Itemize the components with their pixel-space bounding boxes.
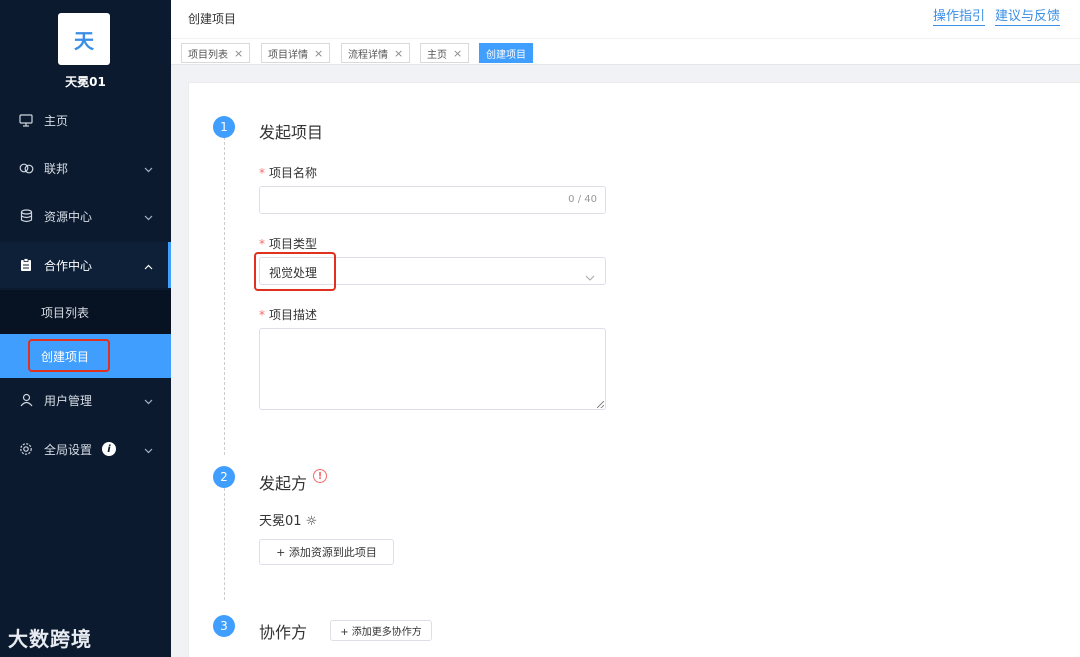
close-icon[interactable]: × [314, 47, 323, 60]
chevron-down-icon [144, 443, 153, 457]
step-title: 发起项目 [259, 123, 324, 142]
org-logo: 天 [58, 13, 110, 65]
project-desc-textarea[interactable] [259, 328, 606, 410]
tab-label: 流程详情 [348, 49, 388, 61]
database-icon [18, 208, 34, 224]
tab-label: 创建项目 [486, 49, 526, 61]
app-root: 天 天冕01 主页 联邦 资源中心 合作中心 项目列表 创建项目 用户管理 全局… [0, 0, 1080, 657]
add-collaborator-button[interactable]: + 添加更多协作方 [330, 620, 432, 641]
sidebar-item-home[interactable]: 主页 [0, 97, 171, 143]
sidebar: 天 天冕01 主页 联邦 资源中心 合作中心 项目列表 创建项目 用户管理 全局… [0, 0, 171, 657]
sidebar-subitem-label: 项目列表 [41, 305, 90, 320]
char-counter: 0 / 40 [568, 194, 597, 205]
step-number: 3 [213, 615, 235, 637]
tab-label: 主页 [427, 49, 447, 61]
sidebar-item-global-settings[interactable]: 全局设置 i [0, 426, 171, 472]
clipboard-icon [18, 257, 34, 273]
close-icon[interactable]: × [234, 47, 243, 60]
step-title: 协作方 [259, 623, 308, 642]
warning-icon: ! [313, 469, 327, 483]
sidebar-item-cooperation-center[interactable]: 合作中心 [0, 242, 171, 288]
sidebar-item-label: 主页 [44, 113, 69, 128]
project-name-label: * 项目名称 [259, 164, 317, 181]
required-mark: * [259, 308, 265, 322]
tab-label: 项目列表 [188, 49, 228, 61]
chevron-down-icon [144, 210, 153, 224]
link-icon [18, 160, 34, 176]
sidebar-item-label: 全局设置 [44, 442, 93, 457]
sidebar-item-label: 合作中心 [44, 258, 93, 273]
tab-label: 项目详情 [268, 49, 308, 61]
sidebar-item-federation[interactable]: 联邦 [0, 145, 171, 191]
sidebar-item-resource-center[interactable]: 资源中心 [0, 193, 171, 239]
close-icon[interactable]: × [453, 47, 462, 60]
close-icon[interactable]: × [394, 47, 403, 60]
step-connector [224, 488, 225, 600]
label-text: 项目描述 [269, 308, 318, 322]
chevron-down-icon [585, 266, 595, 285]
gear-icon [18, 441, 34, 457]
required-mark: * [259, 237, 265, 251]
project-desc-label: * 项目描述 [259, 306, 317, 323]
sidebar-item-label: 资源中心 [44, 209, 93, 224]
watermark-text: 大数跨境 [8, 627, 92, 651]
chevron-up-icon [144, 259, 153, 273]
required-mark: * [259, 166, 265, 180]
tab-home[interactable]: 主页 × [420, 43, 470, 63]
sidebar-item-label: 用户管理 [44, 393, 93, 408]
add-resource-button[interactable]: + 添加资源到此项目 [259, 539, 394, 565]
tab-project-list[interactable]: 项目列表 × [181, 43, 251, 63]
page-title: 创建项目 [188, 12, 237, 26]
step-title: 发起方 [259, 474, 308, 493]
tab-project-detail[interactable]: 项目详情 × [261, 43, 331, 63]
feedback-link[interactable]: 建议与反馈 [995, 8, 1061, 26]
initiator-name: 天冕01 ☼ [259, 514, 318, 529]
top-header: 创建项目 操作指引 建议与反馈 [171, 0, 1080, 38]
chevron-down-icon [144, 162, 153, 176]
info-icon: i [102, 442, 117, 456]
user-icon [18, 392, 34, 408]
tab-flow-detail[interactable]: 流程详情 × [341, 43, 411, 63]
tab-create-project[interactable]: 创建项目 [479, 43, 533, 63]
project-name-input[interactable]: 0 / 40 [259, 186, 606, 214]
guide-link[interactable]: 操作指引 [933, 8, 986, 26]
chevron-down-icon [144, 394, 153, 408]
step-number: 2 [213, 466, 235, 488]
org-name: 天冕01 [65, 75, 106, 89]
highlight-box [254, 252, 336, 291]
sidebar-subitem-project-list[interactable]: 项目列表 [0, 290, 171, 334]
tabs-bar: 项目列表 × 项目详情 × 流程详情 × 主页 × 创建项目 [171, 38, 1080, 65]
project-type-label: * 项目类型 [259, 235, 317, 252]
monitor-icon [18, 112, 34, 128]
resize-handle[interactable] [597, 401, 604, 408]
label-text: 项目类型 [269, 237, 318, 251]
step-number: 1 [213, 116, 235, 138]
step-connector [224, 137, 225, 455]
label-text: 项目名称 [269, 166, 318, 180]
sidebar-item-user-management[interactable]: 用户管理 [0, 377, 171, 423]
highlight-box [28, 339, 110, 372]
sidebar-item-label: 联邦 [44, 161, 69, 176]
